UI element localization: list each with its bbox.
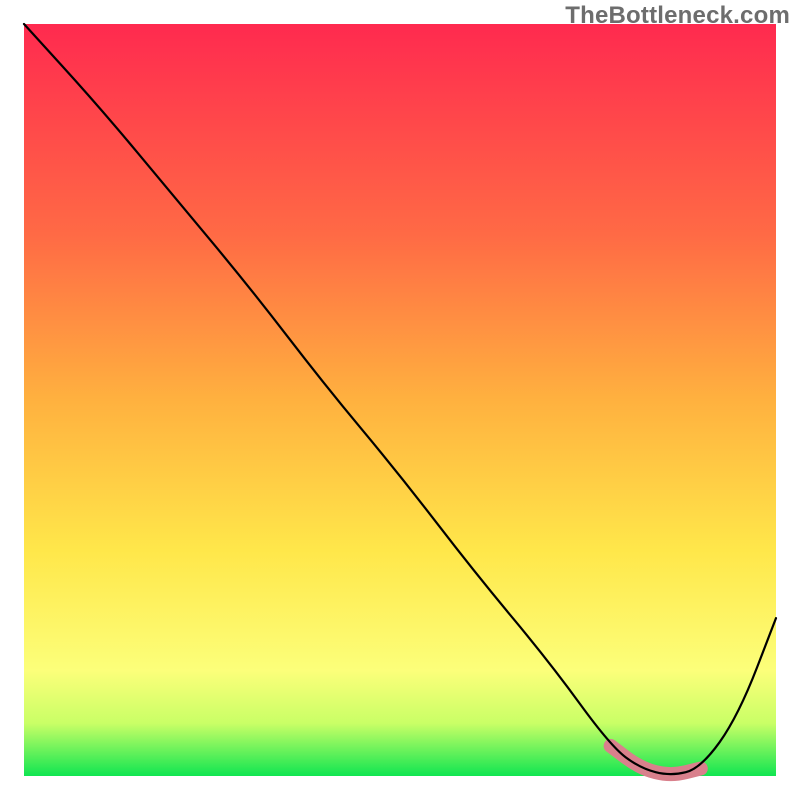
chart-stage: TheBottleneck.com — [0, 0, 800, 800]
bottleneck-chart-svg — [0, 0, 800, 800]
plot-background — [24, 24, 776, 776]
watermark-text: TheBottleneck.com — [565, 2, 790, 30]
